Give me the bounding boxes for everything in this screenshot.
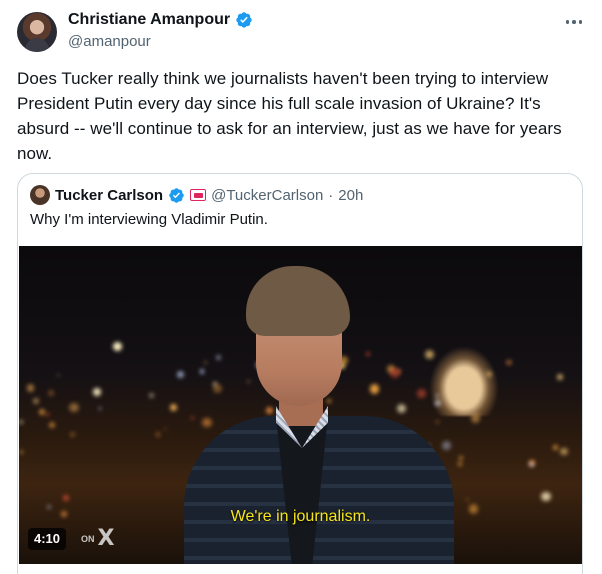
avatar[interactable] (17, 12, 57, 52)
city-light (19, 450, 23, 454)
city-light (540, 491, 551, 502)
video-duration-badge: 4:10 (28, 528, 67, 550)
separator-dot: · (328, 186, 334, 204)
quoted-tweet[interactable]: Tucker Carlson @TuckerCarlson · 20h Why … (17, 173, 583, 574)
verified-badge-icon (236, 12, 252, 28)
author-row: Christiane Amanpour (68, 11, 253, 29)
video-subtitle: We're in journalism. (230, 508, 371, 525)
quoted-tweet-header: Tucker Carlson @TuckerCarlson · 20h (30, 185, 363, 205)
city-light (148, 392, 154, 398)
x-watermark: ON X (81, 526, 114, 551)
city-light (69, 402, 79, 413)
video-player[interactable]: We're in journalism. 4:10 ON X (19, 246, 582, 564)
city-light (69, 431, 75, 437)
city-light (557, 374, 563, 380)
quoted-display-name[interactable]: Tucker Carlson (55, 187, 163, 204)
watermark-on-text: ON (81, 533, 95, 544)
more-horizontal-icon[interactable] (563, 14, 585, 30)
tweet: Christiane Amanpour @amanpour Does Tucke… (0, 0, 602, 574)
city-light (26, 383, 35, 392)
verified-badge-icon (169, 187, 184, 203)
author-display-name[interactable]: Christiane Amanpour (68, 11, 230, 29)
city-light (32, 397, 39, 405)
quoted-handle[interactable]: @TuckerCarlson (211, 187, 323, 204)
city-light (169, 403, 177, 411)
x-logo-icon: X (97, 526, 115, 551)
author-handle[interactable]: @amanpour (68, 33, 151, 50)
tweet-text: Does Tucker really think we journalists … (17, 69, 562, 163)
city-light (155, 432, 161, 437)
city-light (553, 445, 558, 450)
quoted-avatar[interactable] (30, 185, 50, 205)
quoted-tweet-text: Why I'm interviewing Vladimir Putin. (30, 211, 268, 228)
city-light (45, 413, 49, 416)
city-light (465, 497, 469, 501)
quoted-timestamp[interactable]: 20h (338, 187, 363, 204)
city-light (113, 341, 123, 351)
affiliate-badge-icon (190, 189, 207, 201)
